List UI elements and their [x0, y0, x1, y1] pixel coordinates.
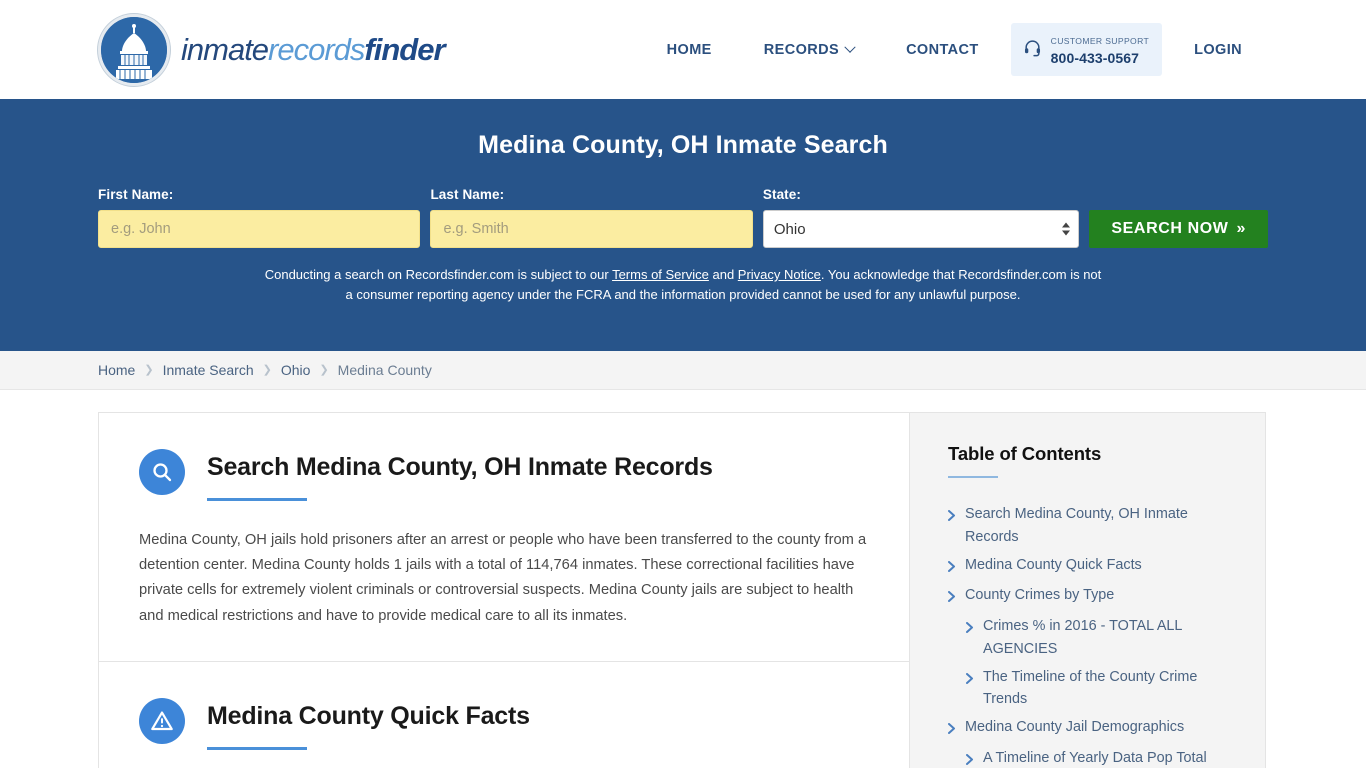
terms-of-service-link[interactable]: Terms of Service: [612, 267, 709, 282]
article-card: Search Medina County, OH Inmate Records …: [98, 412, 909, 768]
state-select[interactable]: Ohio: [762, 210, 1080, 248]
accent-underline: [207, 746, 307, 750]
toc-item-label: County Crimes by Type: [965, 587, 1115, 604]
accent-underline: [948, 476, 998, 478]
breadcrumb: Home ❯ Inmate Search ❯ Ohio ❯ Medina Cou…: [0, 351, 1366, 390]
nav-records[interactable]: RECORDS: [738, 41, 880, 58]
toc-item-label: Search Medina County, OH Inmate Records: [965, 506, 1188, 545]
last-name-input[interactable]: [430, 210, 753, 248]
table-of-contents: Table of Contents Search Medina County, …: [909, 412, 1266, 768]
disclaimer-part-1: Conducting a search on Recordsfinder.com…: [264, 267, 613, 282]
toc-item-jail-demographics[interactable]: Medina County Jail Demographics: [948, 716, 1235, 742]
logo-part-inmate: inmate: [181, 32, 269, 67]
headset-icon: [1023, 38, 1042, 62]
logo-part-records: records: [268, 32, 365, 67]
breadcrumb-item-home[interactable]: Home: [98, 362, 135, 378]
chevron-right-icon: [966, 669, 974, 712]
chevron-right-icon: [966, 750, 974, 768]
site-logo[interactable]: inmaterecordsfinder: [98, 13, 446, 86]
chevron-right-icon: [948, 506, 956, 549]
support-caption: CUSTOMER SUPPORT: [1050, 36, 1150, 47]
toc-item-label: The Timeline of the County Crime Trends: [983, 668, 1198, 708]
support-phone: 800-433-0567: [1050, 49, 1140, 66]
toc-item-crime-trends-timeline[interactable]: The Timeline of the County Crime Trends: [948, 666, 1235, 712]
toc-item-county-crimes-by-type[interactable]: County Crimes by Type: [948, 584, 1235, 610]
nav-login-label: LOGIN: [1194, 41, 1242, 58]
chevron-right-icon: [966, 618, 974, 661]
toc-item-label: Crimes % in 2016 - TOTAL ALL AGENCIES: [983, 618, 1182, 657]
page-title: Medina County, OH Inmate Search: [478, 131, 888, 159]
first-name-input[interactable]: [98, 210, 421, 248]
logo-wordmark: inmaterecordsfinder: [181, 32, 446, 67]
section-search-records: Search Medina County, OH Inmate Records …: [99, 413, 909, 629]
section-quick-facts: Medina County Quick Facts: [99, 660, 909, 750]
main-content: Search Medina County, OH Inmate Records …: [0, 412, 1366, 768]
chevron-right-icon: [948, 719, 956, 742]
breadcrumb-separator-icon: ❯: [319, 363, 329, 376]
privacy-notice-link[interactable]: Privacy Notice: [738, 267, 821, 282]
toc-item-search-records[interactable]: Search Medina County, OH Inmate Records: [948, 503, 1235, 549]
disclaimer-part-2: and: [708, 267, 738, 282]
section-title: Medina County Quick Facts: [207, 701, 530, 730]
chevron-down-icon: [844, 41, 856, 53]
last-name-label: Last Name:: [430, 187, 505, 202]
magnifier-icon: [139, 449, 185, 495]
breadcrumb-item-inmate-search[interactable]: Inmate Search: [163, 362, 254, 378]
search-now-label: SEARCH NOW: [1111, 220, 1229, 237]
search-now-button[interactable]: SEARCH NOW »: [1089, 210, 1268, 248]
toc-item-quick-facts[interactable]: Medina County Quick Facts: [948, 554, 1235, 580]
chevron-right-icon: [948, 587, 956, 610]
nav-contact[interactable]: CONTACT: [880, 42, 1005, 58]
toc-item-crimes-percent-2016[interactable]: Crimes % in 2016 - TOTAL ALL AGENCIES: [948, 615, 1235, 661]
nav-home[interactable]: HOME: [641, 42, 738, 58]
warning-triangle-icon: [139, 697, 185, 744]
double-chevron-right-icon: »: [1236, 220, 1246, 237]
section-title: Search Medina County, OH Inmate Records: [207, 453, 713, 481]
capitol-dome-icon: [98, 13, 170, 86]
state-label: State:: [762, 187, 801, 202]
nav-records-label: RECORDS: [763, 41, 840, 58]
site-header: inmaterecordsfinder HOME RECORDS CONTACT: [0, 0, 1366, 99]
toc-item-label: A Timeline of Yearly Data Pop Total from…: [983, 749, 1207, 766]
main-navigation: HOME RECORDS CONTACT CUSTOMER SUPPORT 80…: [641, 23, 1268, 76]
logo-part-finder: finder: [364, 32, 445, 67]
nav-contact-label: CONTACT: [906, 41, 979, 58]
chevron-right-icon: [948, 557, 956, 580]
nav-login[interactable]: LOGIN: [1168, 42, 1268, 58]
breadcrumb-separator-icon: ❯: [144, 363, 154, 376]
toc-item-label: Medina County Quick Facts: [965, 556, 1142, 573]
inmate-search-form: First Name: Last Name: State: Ohio SEARC…: [98, 187, 1268, 248]
first-name-label: First Name:: [98, 187, 174, 202]
accent-underline: [207, 497, 307, 501]
section-body-text: Medina County, OH jails hold prisoners a…: [139, 531, 867, 624]
customer-support-badge[interactable]: CUSTOMER SUPPORT 800-433-0567: [1010, 23, 1163, 76]
toc-title: Table of Contents: [948, 443, 1102, 464]
breadcrumb-item-ohio[interactable]: Ohio: [281, 362, 311, 378]
nav-home-label: HOME: [666, 41, 712, 58]
breadcrumb-separator-icon: ❯: [262, 363, 272, 376]
toc-list: Search Medina County, OH Inmate Records …: [948, 503, 1235, 768]
breadcrumb-item-medina-county: Medina County: [337, 362, 432, 378]
toc-item-yearly-pop-timeline[interactable]: A Timeline of Yearly Data Pop Total from…: [948, 747, 1235, 768]
search-disclaimer: Conducting a search on Recordsfinder.com…: [261, 265, 1106, 305]
toc-item-label: Medina County Jail Demographics: [965, 719, 1185, 735]
hero-search-banner: Medina County, OH Inmate Search First Na…: [0, 99, 1366, 351]
